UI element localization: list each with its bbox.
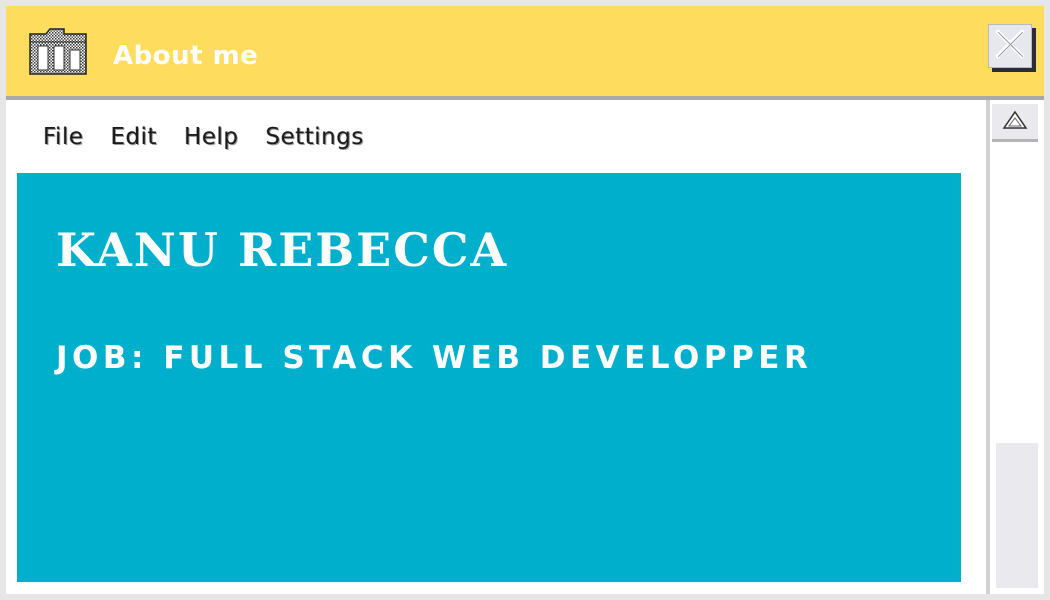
close-icon [995,29,1025,63]
scroll-thumb[interactable] [996,443,1038,588]
content-panel: KANU REBECCA JOB: FULL STACK WEB DEVELOP… [17,173,961,582]
close-button[interactable] [988,24,1032,68]
profile-job: JOB: FULL STACK WEB DEVELOPPER [56,340,813,376]
menu-item-settings[interactable]: Settings [265,124,363,158]
title-bar[interactable]: About me [6,6,1044,100]
about-me-window: About me File Edit Help Settings KANU RE… [0,0,1050,600]
menu-item-file[interactable]: File [43,124,84,158]
menu-item-edit[interactable]: Edit [111,124,158,158]
window-title: About me [113,41,259,71]
folder-icon [28,26,88,76]
menu-bar: File Edit Help Settings [43,124,364,158]
vertical-scrollbar[interactable] [986,100,1038,594]
profile-name: KANU REBECCA [56,223,509,277]
scroll-up-icon [1002,110,1028,134]
menu-item-help[interactable]: Help [184,124,238,158]
scroll-up-button[interactable] [992,104,1038,142]
